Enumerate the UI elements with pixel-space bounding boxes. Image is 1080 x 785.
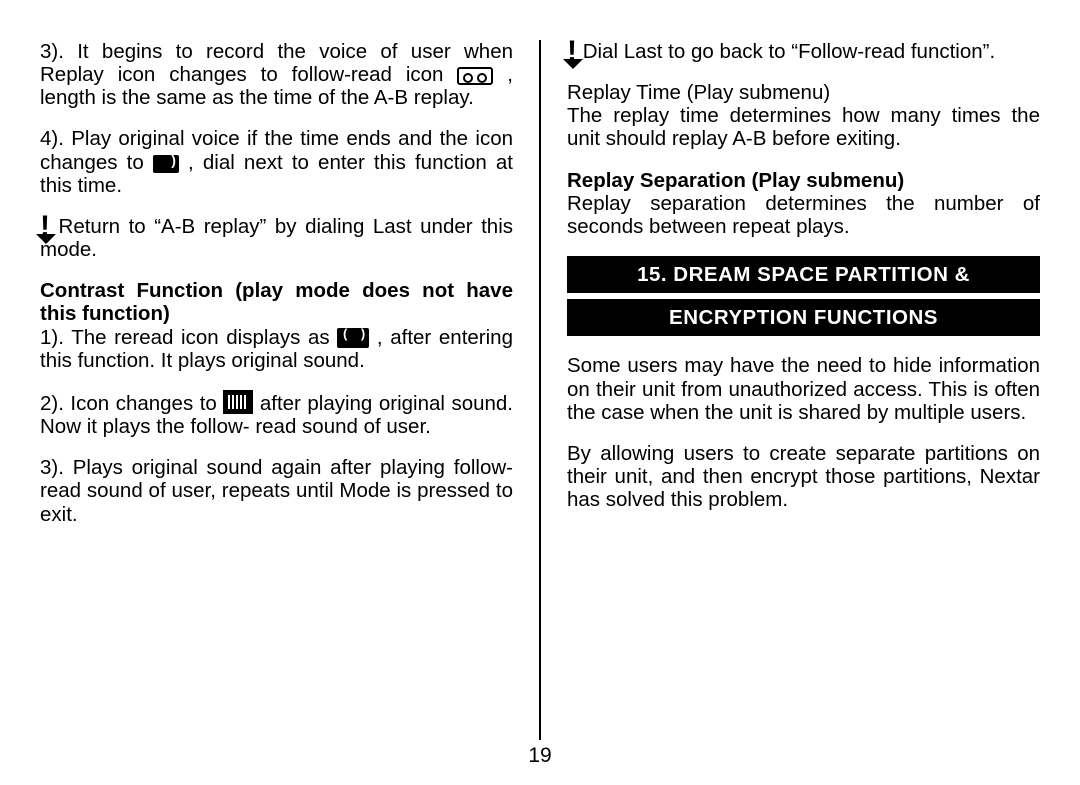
section-heading-line1: 15. DREAM SPACE PARTITION & bbox=[567, 256, 1040, 293]
text: Dial Last to go back to “Follow-read fun… bbox=[583, 40, 995, 63]
section-heading-line2: ENCRYPTION FUNCTIONS bbox=[567, 299, 1040, 336]
page-number: 19 bbox=[40, 740, 1040, 768]
left-column: 3). It begins to record the voice of use… bbox=[40, 40, 539, 740]
para-plays-original-again: 3). Plays original sound again after pla… bbox=[40, 456, 513, 525]
exclamation-icon: ! bbox=[40, 218, 50, 236]
right-column: ! Dial Last to go back to “Follow-read f… bbox=[541, 40, 1040, 740]
cassette-icon bbox=[457, 67, 493, 85]
heading-contrast-function: Contrast Function (play mode does not ha… bbox=[40, 279, 513, 325]
text: Return to “A-B replay” by dialing Last u… bbox=[40, 215, 513, 261]
two-column-layout: 3). It begins to record the voice of use… bbox=[40, 40, 1040, 740]
text: 3). It begins to record the voice of use… bbox=[40, 40, 513, 86]
para-encryption-intro: Some users may have the need to hide inf… bbox=[567, 354, 1040, 423]
manual-page: 3). It begins to record the voice of use… bbox=[0, 0, 1080, 785]
speaker-bordered-icon bbox=[223, 390, 253, 414]
para-encryption-solution: By allowing users to create separate par… bbox=[567, 442, 1040, 511]
para-reread-icon: 1). The reread icon displays as , after … bbox=[40, 326, 513, 372]
para-record-voice: 3). It begins to record the voice of use… bbox=[40, 40, 513, 109]
dual-speaker-icon bbox=[337, 328, 369, 348]
heading-text: Replay Separation (Play submenu) bbox=[567, 169, 904, 192]
para-play-original: 4). Play original voice if the time ends… bbox=[40, 127, 513, 196]
note-return-ab: ! Return to “A-B replay” by dialing Last… bbox=[40, 215, 513, 261]
heading-replay-separation: Replay Separation (Play submenu) bbox=[567, 169, 1040, 192]
speaker-icon bbox=[153, 155, 179, 173]
text: 1). The reread icon displays as bbox=[40, 326, 337, 349]
note-dial-last: ! Dial Last to go back to “Follow-read f… bbox=[567, 40, 1040, 63]
para-icon-changes: 2). Icon changes to after playing origin… bbox=[40, 390, 513, 438]
heading-replay-time: Replay Time (Play submenu) bbox=[567, 81, 1040, 104]
heading-text: Contrast Function (play mode does not ha… bbox=[40, 279, 513, 325]
para-replay-separation: Replay separation determines the number … bbox=[567, 192, 1040, 238]
text: 2). Icon changes to bbox=[40, 392, 223, 415]
para-replay-time: The replay time determines how many time… bbox=[567, 104, 1040, 150]
exclamation-icon: ! bbox=[567, 43, 577, 61]
